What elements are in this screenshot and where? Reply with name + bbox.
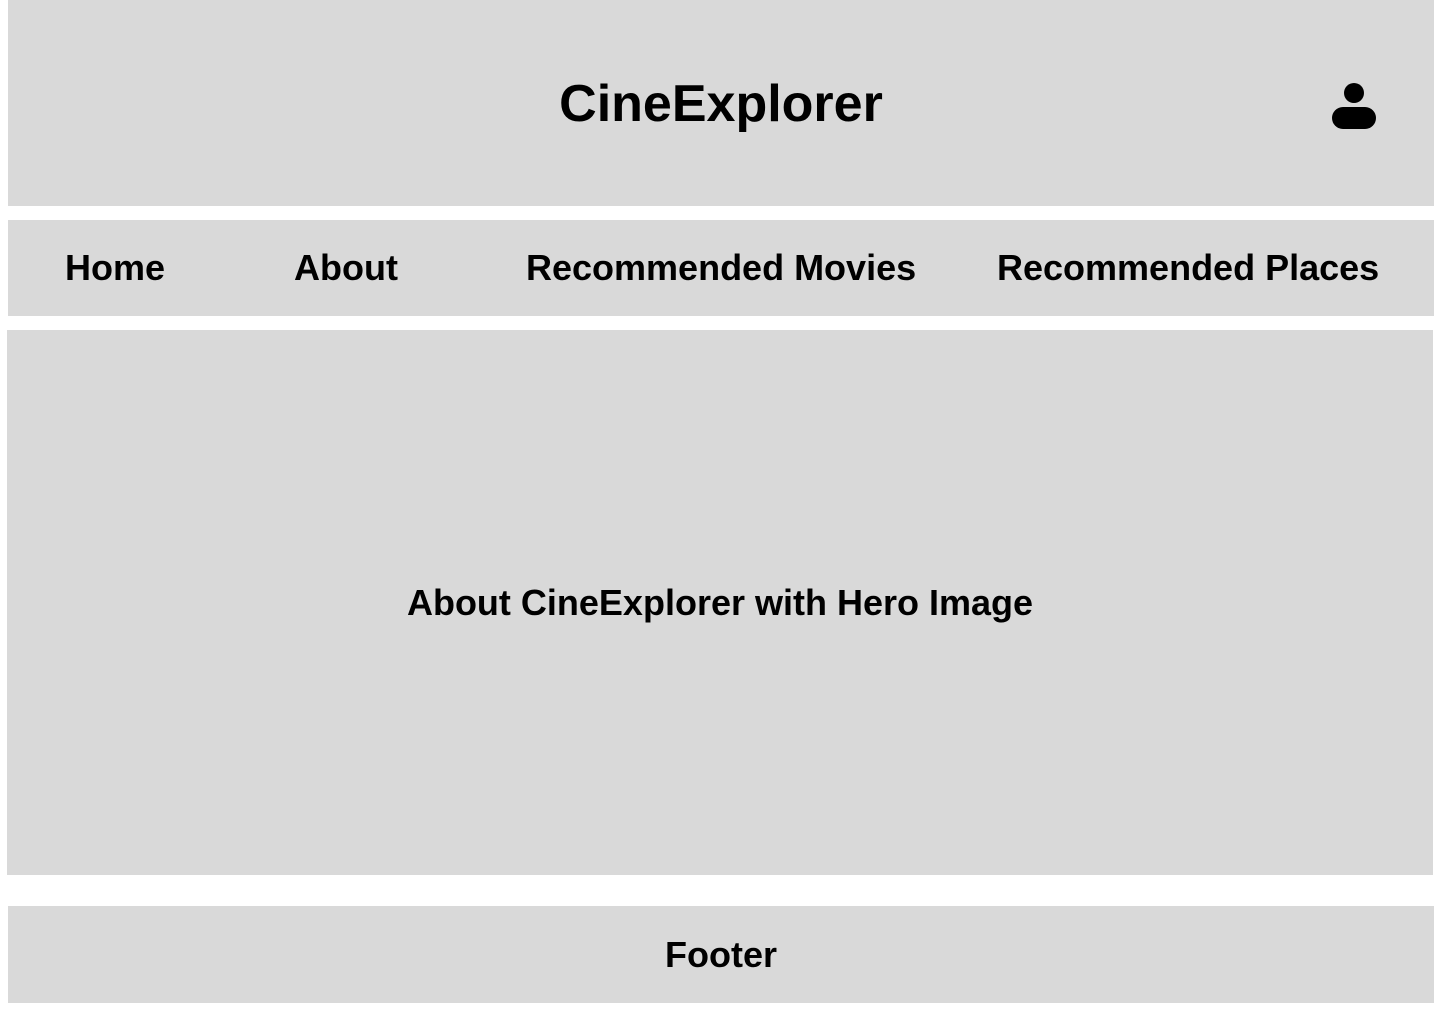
nav-item-recommended-places[interactable]: Recommended Places bbox=[997, 220, 1379, 316]
main-nav: Home About Recommended Movies Recommende… bbox=[8, 220, 1434, 316]
nav-item-recommended-movies[interactable]: Recommended Movies bbox=[526, 220, 916, 316]
user-icon[interactable] bbox=[1330, 82, 1378, 130]
nav-item-home[interactable]: Home bbox=[65, 220, 165, 316]
site-footer: Footer bbox=[8, 906, 1434, 1003]
footer-text: Footer bbox=[665, 933, 777, 975]
site-title: CineExplorer bbox=[559, 75, 883, 133]
site-header: CineExplorer bbox=[8, 0, 1434, 206]
hero-section: About CineExplorer with Hero Image bbox=[7, 330, 1433, 875]
hero-text: About CineExplorer with Hero Image bbox=[406, 581, 1034, 623]
nav-item-about[interactable]: About bbox=[294, 220, 398, 316]
